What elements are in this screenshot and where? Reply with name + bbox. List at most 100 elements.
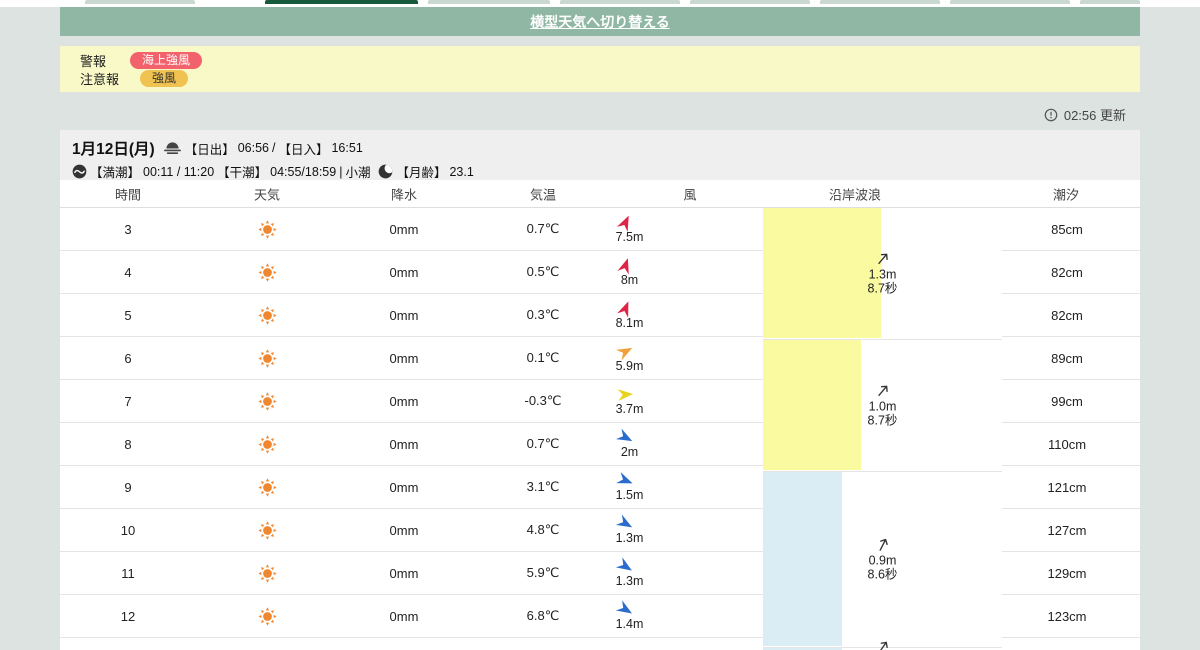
table-header: 時間 天気 降水 気温 風 沿岸波浪 潮汐 bbox=[60, 180, 1140, 208]
sunny-icon bbox=[257, 219, 277, 239]
wind-cell: 7.5m bbox=[560, 208, 690, 250]
col-header-wind: 風 bbox=[683, 187, 697, 202]
col-header-temp: 気温 bbox=[529, 187, 557, 202]
wave-cell: 0.9m 8.6秒 bbox=[763, 472, 1002, 648]
wave-direction-icon bbox=[878, 641, 888, 650]
weather-cell bbox=[245, 380, 289, 422]
wind-cell: 3.7m bbox=[560, 380, 690, 422]
moon-age-label: 【月齢】 bbox=[396, 166, 447, 180]
wave-info: 1.3m 8.7秒 bbox=[835, 250, 930, 295]
wave-height-bar bbox=[763, 472, 842, 646]
tide-value: 127cm bbox=[1047, 522, 1087, 538]
tide-value: 129cm bbox=[1047, 565, 1087, 581]
tide-value: 82cm bbox=[1051, 307, 1083, 323]
sun-info-line: 1月12日(月) 【日出】 06:56 / 【日入】 16:51 bbox=[72, 137, 1140, 159]
sunrise-time: 06:56 bbox=[237, 141, 269, 155]
col-header-tide: 潮汐 bbox=[1052, 187, 1080, 202]
tide-value: 85cm bbox=[1051, 221, 1083, 237]
clock-icon bbox=[1044, 108, 1058, 121]
hour-value: 9 bbox=[124, 479, 132, 495]
date-title: 1月12日(月) bbox=[72, 141, 155, 158]
wind-cell: 8m bbox=[560, 251, 690, 293]
precip-value: 0mm bbox=[389, 221, 419, 237]
sunny-icon bbox=[257, 305, 277, 325]
precip-value: 0mm bbox=[389, 522, 419, 538]
low-tide-label: 【干潮】 bbox=[217, 166, 268, 180]
precip-value: 0mm bbox=[389, 350, 419, 366]
col-header-time: 時間 bbox=[114, 187, 142, 202]
tab-clipped[interactable] bbox=[690, 0, 810, 4]
wave-height-value: 1.3m bbox=[868, 267, 897, 282]
wind-speed-value: 1.4m bbox=[615, 617, 644, 631]
tab-clipped[interactable] bbox=[560, 0, 680, 4]
high-tide-label: 【満潮】 bbox=[90, 166, 141, 180]
wind-speed-value: 5.9m bbox=[615, 359, 644, 373]
sun-divider: / bbox=[271, 141, 276, 155]
wave-icon bbox=[72, 164, 87, 179]
sunset-icon bbox=[163, 141, 181, 154]
wind-speed-value: 3.7m bbox=[615, 402, 644, 416]
weather-cell bbox=[245, 509, 289, 551]
hour-value: 7 bbox=[124, 393, 132, 409]
tide-phase-divider: | bbox=[339, 164, 343, 179]
wind-speed-value: 1.3m bbox=[615, 574, 644, 588]
weather-cell bbox=[245, 466, 289, 508]
wind-cell: 1.3m bbox=[560, 509, 690, 551]
update-time-text: 02:56 更新 bbox=[1063, 108, 1126, 123]
forecast-table: 1月12日(月) 【日出】 06:56 / 【日入】 16:51 【満潮】 00… bbox=[60, 130, 1140, 650]
precip-value: 0mm bbox=[389, 393, 419, 409]
wave-period-value: 8.6秒 bbox=[867, 567, 898, 582]
hour-value: 11 bbox=[121, 565, 135, 581]
sunset-label: 【日入】 bbox=[278, 142, 329, 157]
wave-height-value: 1.0m bbox=[868, 399, 897, 414]
advisory-row: 注意報 強風 bbox=[80, 69, 1140, 87]
wind-cell: 1.4m bbox=[560, 595, 690, 637]
alert-box: 警報 海上強風 注意報 強風 bbox=[60, 46, 1140, 92]
warning-badge[interactable]: 海上強風 bbox=[130, 51, 203, 69]
tide-phase: 小潮 bbox=[345, 166, 371, 180]
wave-direction-icon bbox=[878, 538, 888, 551]
sunny-icon bbox=[257, 262, 277, 282]
tab-clipped[interactable] bbox=[85, 0, 195, 4]
wave-period-value: 8.7秒 bbox=[867, 281, 898, 296]
tide-value: 121cm bbox=[1047, 479, 1087, 495]
hour-value: 12 bbox=[120, 608, 136, 624]
precip-value: 0mm bbox=[389, 436, 419, 452]
hour-value: 4 bbox=[124, 264, 132, 280]
precip-value: 0mm bbox=[389, 307, 419, 323]
hour-value: 10 bbox=[120, 522, 136, 538]
col-header-precip: 降水 bbox=[390, 187, 418, 202]
advisory-badge[interactable]: 強風 bbox=[140, 69, 189, 87]
wind-cell: 1.3m bbox=[560, 552, 690, 594]
wind-direction-icon bbox=[616, 389, 633, 401]
weather-cell bbox=[245, 294, 289, 336]
sunny-icon bbox=[257, 477, 277, 497]
wind-cell: 5.9m bbox=[560, 337, 690, 379]
wave-height-value: 0.9m bbox=[868, 553, 897, 568]
tab-clipped[interactable] bbox=[1080, 0, 1140, 4]
tab-clipped[interactable] bbox=[950, 0, 1070, 4]
tab-clipped-active[interactable] bbox=[265, 0, 418, 4]
tide-value: 123cm bbox=[1047, 608, 1087, 624]
wave-period-value: 8.7秒 bbox=[867, 413, 898, 428]
weather-cell bbox=[245, 595, 289, 637]
warning-label: 警報 bbox=[80, 53, 107, 69]
wave-info: 0.9m 8.6秒 bbox=[835, 536, 930, 581]
precip-value: 0mm bbox=[389, 608, 419, 624]
tide-info-line: 【満潮】 00:11 / 11:20 【干潮】 04:55/18:59 | 小潮… bbox=[72, 162, 1140, 181]
weather-cell bbox=[245, 208, 289, 250]
weather-page: 横型天気へ切り替える 警報 海上強風 注意報 強風 02:56 更新 1月12日… bbox=[0, 0, 1200, 650]
sunny-icon bbox=[257, 563, 277, 583]
advisory-label: 注意報 bbox=[80, 71, 120, 87]
col-header-waves: 沿岸波浪 bbox=[828, 187, 882, 202]
tide-value: 89cm bbox=[1051, 350, 1083, 366]
sunny-icon bbox=[257, 606, 277, 626]
sunny-icon bbox=[257, 434, 277, 454]
tab-clipped[interactable] bbox=[820, 0, 940, 4]
switch-to-horizontal-link[interactable]: 横型天気へ切り替える bbox=[530, 12, 670, 32]
update-time: 02:56 更新 bbox=[1044, 105, 1126, 124]
high-tide-times: 00:11 / 11:20 bbox=[143, 164, 215, 179]
wave-direction-icon bbox=[877, 253, 888, 264]
weather-cell bbox=[245, 251, 289, 293]
tab-clipped[interactable] bbox=[428, 0, 550, 4]
